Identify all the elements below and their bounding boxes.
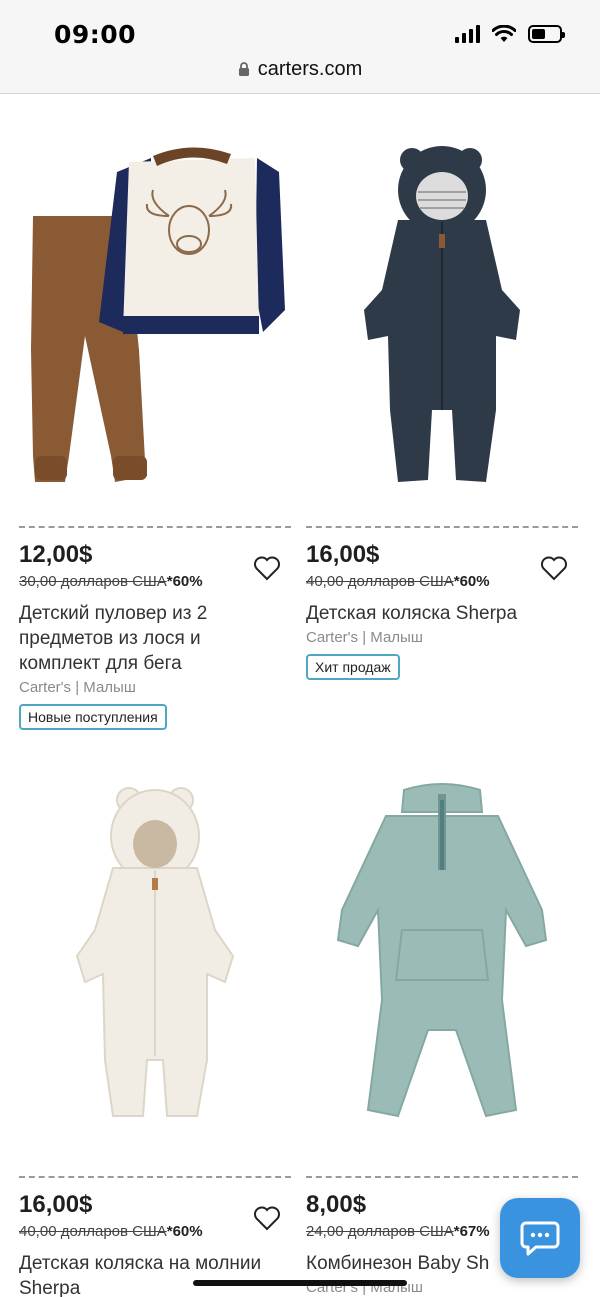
discount-percent: *60% (453, 573, 490, 590)
discount-percent: *67% (453, 1223, 490, 1240)
product-title-line: Детская коляска Sherpa (306, 603, 518, 624)
product-image[interactable] (306, 110, 578, 510)
product-image[interactable] (306, 760, 578, 1160)
heart-icon[interactable] (253, 555, 281, 581)
status-time: 09:00 (54, 20, 137, 49)
brand-name: Carter's (306, 629, 359, 646)
product-price: 16,00$ (19, 1191, 93, 1218)
lock-icon (238, 62, 249, 76)
product-image[interactable] (19, 110, 291, 510)
url-text: carters.com (257, 58, 363, 80)
product-title[interactable]: Детская коляска на молнии Sherpa (19, 1251, 291, 1297)
address-bar[interactable]: carters.com (0, 58, 600, 81)
discount-percent: *60% (166, 573, 203, 590)
chat-button[interactable] (500, 1198, 580, 1278)
product-title[interactable]: Детская коляска Sherpa (306, 601, 578, 626)
browser-top-bar: 09:00 carters.com (0, 0, 600, 94)
product-title[interactable]: Детский пуловер из 2 предметов из лося и… (19, 601, 291, 676)
old-price-value: 24,00 долларов США (306, 1223, 454, 1240)
divider (306, 1176, 578, 1178)
product-title-line: предметов из лося и (19, 628, 201, 649)
product-card[interactable]: 12,00$ 30,00 долларов США*60% Детский пу… (19, 110, 291, 730)
product-category: Малыш (83, 679, 136, 696)
battery-icon (528, 25, 565, 43)
old-price: 30,00 долларов США*60% (19, 573, 291, 591)
home-indicator[interactable] (193, 1280, 407, 1286)
divider (19, 526, 291, 528)
product-badge: Хит продаж (306, 654, 400, 680)
product-title-line: Детская коляска на молнии (19, 1253, 262, 1274)
product-price: 12,00$ (19, 541, 93, 568)
product-title-line: комплект для бега (19, 653, 182, 674)
divider (19, 1176, 291, 1178)
discount-percent: *60% (166, 1223, 203, 1240)
product-brand: Carter's | Малыш (19, 679, 136, 696)
old-price: 40,00 долларов США*60% (19, 1223, 291, 1241)
heart-icon[interactable] (540, 555, 568, 581)
product-title-line: Детский пуловер из 2 (19, 603, 208, 624)
product-image[interactable] (19, 760, 291, 1160)
old-price-value: 30,00 долларов США (19, 573, 167, 590)
product-category: Малыш (370, 629, 423, 646)
old-price: 40,00 долларов США*60% (306, 573, 578, 591)
divider (306, 526, 578, 528)
product-brand: Carter's | Малыш (306, 629, 423, 646)
old-price-value: 40,00 долларов США (306, 573, 454, 590)
product-badge: Новые поступления (19, 704, 167, 730)
product-price: 16,00$ (306, 541, 380, 568)
product-card[interactable]: 16,00$ 40,00 долларов США*60% Детская ко… (306, 110, 578, 680)
old-price-value: 40,00 долларов США (19, 1223, 167, 1240)
status-icons (455, 23, 565, 45)
cellular-signal-icon (455, 25, 480, 43)
brand-name: Carter's (19, 679, 72, 696)
heart-icon[interactable] (253, 1205, 281, 1231)
chat-bubble-icon (520, 1221, 560, 1256)
wifi-icon (492, 25, 516, 42)
product-card[interactable]: 16,00$ 40,00 долларов США*60% Детская ко… (19, 760, 291, 1297)
